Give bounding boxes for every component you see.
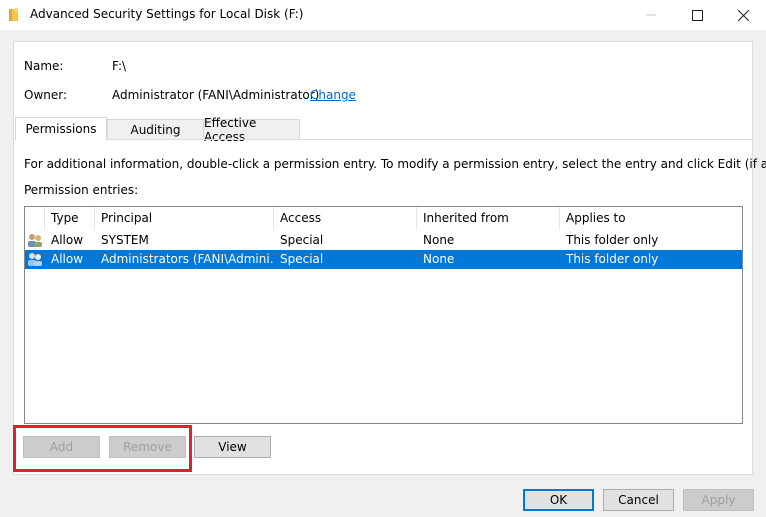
column-header-inherited-from[interactable]: Inherited from [417, 207, 560, 230]
minimize-icon [646, 14, 656, 16]
users-icon [28, 253, 42, 266]
window-title: Advanced Security Settings for Local Dis… [30, 7, 304, 21]
minimize-button[interactable] [628, 0, 674, 30]
title-bar[interactable]: Advanced Security Settings for Local Dis… [0, 0, 766, 30]
highlight-box [13, 425, 192, 472]
icon-column-header [25, 207, 45, 230]
owner-value: Administrator (FANI\Administrator) [112, 88, 320, 102]
cell-inherited-from: None [423, 233, 455, 247]
tab-permissions[interactable]: Permissions [15, 117, 107, 140]
permission-entries-list[interactable]: Type Principal Access Inherited from App… [24, 206, 743, 424]
cell-type: Allow [51, 233, 84, 247]
view-button[interactable]: View [194, 436, 271, 458]
folder-icon [9, 8, 18, 21]
maximize-button[interactable] [674, 0, 720, 30]
tab-divider [14, 139, 752, 140]
column-header-applies-to[interactable]: Applies to [560, 207, 742, 230]
cell-applies-to: This folder only [566, 252, 659, 266]
cell-access: Special [280, 233, 324, 247]
ok-button[interactable]: OK [523, 489, 594, 511]
name-label: Name: [24, 59, 64, 73]
apply-button[interactable]: Apply [683, 489, 754, 511]
main-panel: Name: F:\ Owner: Administrator (FANI\Adm… [13, 41, 766, 475]
cell-applies-to: This folder only [566, 233, 659, 247]
cell-principal: Administrators (FANI\Admini... [101, 252, 274, 266]
owner-label: Owner: [24, 88, 68, 102]
cell-type: Allow [51, 252, 84, 266]
maximize-icon [691, 9, 703, 21]
cancel-button[interactable]: Cancel [603, 489, 674, 511]
close-icon [737, 9, 749, 21]
table-row[interactable]: Allow Administrators (FANI\Admini... Spe… [25, 250, 742, 269]
name-value: F:\ [112, 59, 127, 73]
table-row[interactable]: Allow SYSTEM Special None This folder on… [25, 231, 742, 250]
change-owner-link[interactable]: Change [310, 88, 356, 102]
users-icon [28, 234, 42, 247]
list-header: Type Principal Access Inherited from App… [25, 207, 742, 230]
close-button[interactable] [720, 0, 766, 30]
cell-inherited-from: None [423, 252, 455, 266]
instruction-text: For additional information, double-click… [24, 157, 766, 171]
column-header-access[interactable]: Access [274, 207, 417, 230]
advanced-security-window: Advanced Security Settings for Local Dis… [0, 0, 766, 517]
permission-entries-label: Permission entries: [24, 183, 139, 197]
tab-effective-access[interactable]: Effective Access [203, 116, 300, 144]
cell-principal: SYSTEM [101, 233, 149, 247]
tab-auditing[interactable]: Auditing [107, 119, 204, 139]
column-header-type[interactable]: Type [45, 207, 95, 230]
column-header-principal[interactable]: Principal [95, 207, 274, 230]
cell-access: Special [280, 252, 324, 266]
